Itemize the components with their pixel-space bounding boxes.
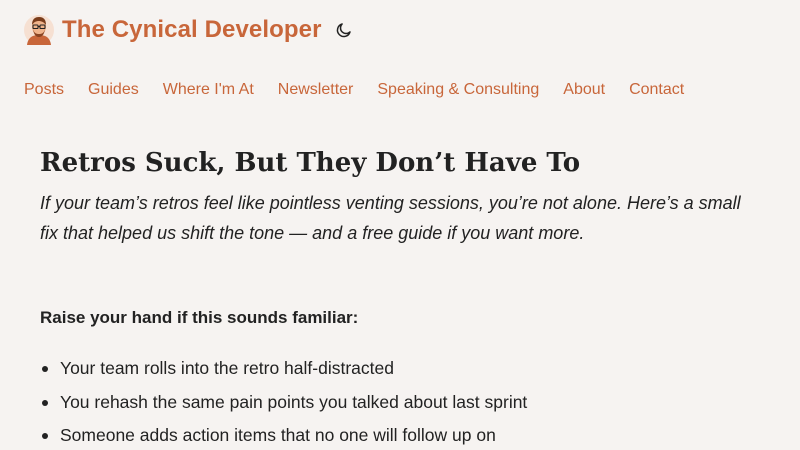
list-item: Someone adds action items that no one wi… [40,419,527,450]
nav-item-guides[interactable]: Guides [88,78,139,102]
nav-item-where-im-at[interactable]: Where I'm At [163,78,254,102]
list-item: Your team rolls into the retro half-dist… [40,352,527,386]
bullet-icon [42,433,48,439]
bullet-icon [42,366,48,372]
post-title: Retros Suck, But They Don’t Have To [40,148,581,178]
list-item-text: You rehash the same pain points you talk… [60,391,528,412]
familiar-problems-list: Your team rolls into the retro half-dist… [40,352,527,450]
nav-item-newsletter[interactable]: Newsletter [278,78,354,102]
site-header: The Cynical Developer [24,12,354,48]
list-item-text: Someone adds action items that no one wi… [60,425,496,445]
post-lead-paragraph: Raise your hand if this sounds familiar: [40,308,359,327]
nav-item-about[interactable]: About [563,78,605,102]
post-subtitle: If your team’s retros feel like pointles… [40,193,741,243]
site-title-link[interactable]: The Cynical Developer [62,16,322,44]
list-item-text: Your team rolls into the retro half-dist… [60,358,394,378]
developer-avatar-icon[interactable] [24,15,54,45]
nav-item-speaking-consulting[interactable]: Speaking & Consulting [377,78,539,102]
list-item: You rehash the same pain points you talk… [40,386,527,420]
theme-toggle-button[interactable] [334,20,354,40]
nav-item-posts[interactable]: Posts [24,78,64,102]
nav-item-contact[interactable]: Contact [629,78,684,102]
bullet-icon [42,399,48,406]
post-article: Retros Suck, But They Don’t Have To If y… [40,140,760,248]
main-nav: Posts Guides Where I'm At Newsletter Spe… [24,78,684,102]
moon-icon [336,23,351,38]
